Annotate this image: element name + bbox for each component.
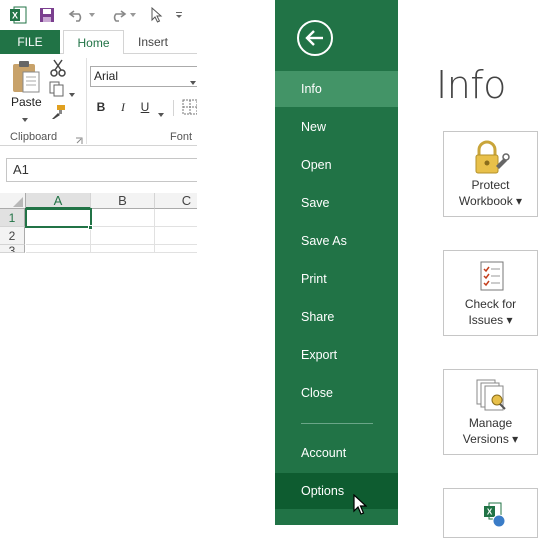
redo-icon[interactable] bbox=[108, 6, 128, 24]
select-all-corner[interactable] bbox=[0, 193, 26, 209]
group-divider bbox=[86, 58, 87, 144]
nav-save-as[interactable]: Save As bbox=[275, 223, 398, 259]
column-header-b[interactable]: B bbox=[91, 193, 155, 209]
underline-button[interactable]: U bbox=[137, 98, 153, 116]
backstage-nav: Info New Open Save Save As Print Share E… bbox=[275, 0, 398, 525]
copy-dropdown-icon[interactable] bbox=[69, 86, 77, 97]
format-painter-icon[interactable] bbox=[50, 104, 66, 120]
save-icon[interactable] bbox=[38, 6, 56, 24]
lock-icon bbox=[471, 140, 511, 176]
active-cell-outline bbox=[25, 208, 92, 228]
check-for-issues-button[interactable]: Check for Issues ▾ bbox=[443, 250, 538, 336]
ribbon: Paste Clipboard Arial B I U Font bbox=[0, 54, 197, 146]
cut-icon[interactable] bbox=[49, 59, 67, 77]
nav-open[interactable]: Open bbox=[275, 147, 398, 183]
column-header-a[interactable]: A bbox=[26, 193, 91, 209]
nav-separator bbox=[301, 423, 373, 424]
svg-text:X: X bbox=[487, 508, 493, 517]
manage-versions-icon bbox=[471, 378, 511, 414]
cell-a3[interactable] bbox=[26, 245, 91, 253]
nav-info[interactable]: Info bbox=[275, 71, 398, 107]
name-box[interactable]: A1 bbox=[6, 158, 197, 182]
excel-logo-icon: X bbox=[8, 6, 28, 24]
cell-a2[interactable] bbox=[26, 227, 91, 245]
quick-access-toolbar: X bbox=[0, 0, 197, 30]
row-header-3-label: 3 bbox=[8, 245, 16, 253]
paste-button[interactable]: Paste bbox=[11, 95, 42, 109]
font-dropdown-icon[interactable] bbox=[190, 74, 196, 85]
nav-save[interactable]: Save bbox=[275, 185, 398, 221]
underline-dropdown-icon[interactable] bbox=[158, 106, 166, 117]
cell-c3[interactable] bbox=[155, 245, 197, 253]
group-divider bbox=[173, 100, 174, 116]
row-header-2[interactable]: 2 bbox=[0, 227, 25, 245]
manage-versions-label-2: Versions ▾ bbox=[462, 432, 519, 446]
paste-dropdown-icon[interactable] bbox=[22, 111, 30, 122]
nav-new[interactable]: New bbox=[275, 109, 398, 145]
nav-print[interactable]: Print bbox=[275, 261, 398, 297]
protect-workbook-button[interactable]: Protect Workbook ▾ bbox=[443, 131, 538, 217]
excel-window: X FILE Home Insert Paste Clipboard Arial… bbox=[0, 0, 197, 525]
browser-view-options-button[interactable]: X bbox=[443, 488, 538, 538]
borders-icon[interactable] bbox=[182, 99, 197, 115]
italic-button[interactable]: I bbox=[115, 98, 131, 116]
row-header-1[interactable]: 1 bbox=[0, 209, 25, 227]
column-header-c[interactable]: C bbox=[155, 193, 197, 209]
tab-home[interactable]: Home bbox=[63, 30, 124, 55]
nav-export[interactable]: Export bbox=[275, 337, 398, 373]
cell-c2[interactable] bbox=[155, 227, 197, 245]
pointer-mode-icon[interactable] bbox=[150, 6, 164, 24]
back-button[interactable] bbox=[297, 20, 333, 56]
redo-dropdown-icon[interactable] bbox=[129, 6, 137, 24]
svg-text:X: X bbox=[12, 11, 18, 21]
back-arrow-icon bbox=[305, 30, 323, 46]
backstage-content: Info Protect Workbook ▾ Check for Issues… bbox=[398, 0, 550, 538]
undo-icon[interactable] bbox=[67, 6, 87, 24]
cell-b1[interactable] bbox=[91, 209, 155, 227]
cell-b3[interactable] bbox=[91, 245, 155, 253]
excel-globe-icon: X bbox=[471, 501, 511, 537]
check-for-issues-label-1: Check for bbox=[464, 297, 517, 311]
paste-icon[interactable] bbox=[10, 60, 42, 94]
nav-share[interactable]: Share bbox=[275, 299, 398, 335]
cell-b2[interactable] bbox=[91, 227, 155, 245]
formula-bar-row: A1 bbox=[0, 154, 197, 186]
nav-account[interactable]: Account bbox=[275, 435, 398, 471]
clipboard-launcher-icon[interactable] bbox=[75, 134, 83, 144]
tab-file[interactable]: FILE bbox=[0, 30, 60, 54]
worksheet-grid: A B C 1 2 3 bbox=[0, 193, 197, 253]
clipboard-group-label: Clipboard bbox=[10, 131, 58, 143]
inspect-document-icon bbox=[471, 259, 511, 295]
cell-c1[interactable] bbox=[155, 209, 197, 227]
page-title: Info bbox=[436, 63, 506, 107]
ribbon-tabs: FILE Home Insert bbox=[0, 30, 197, 55]
fill-handle[interactable] bbox=[88, 225, 93, 230]
manage-versions-label-1: Manage bbox=[468, 416, 513, 430]
check-for-issues-label-2: Issues ▾ bbox=[468, 313, 513, 327]
copy-icon[interactable] bbox=[49, 81, 65, 97]
protect-workbook-label-2: Workbook ▾ bbox=[458, 194, 523, 208]
bold-button[interactable]: B bbox=[93, 98, 109, 116]
customize-toolbar-icon[interactable] bbox=[174, 6, 184, 24]
manage-versions-button[interactable]: Manage Versions ▾ bbox=[443, 369, 538, 455]
nav-options[interactable]: Options bbox=[275, 473, 398, 509]
font-group-label: Font bbox=[170, 131, 193, 143]
undo-dropdown-icon[interactable] bbox=[88, 6, 96, 24]
font-name-field[interactable]: Arial bbox=[90, 66, 197, 87]
nav-close[interactable]: Close bbox=[275, 375, 398, 411]
protect-workbook-label-1: Protect bbox=[471, 178, 510, 192]
mouse-pointer-icon bbox=[353, 493, 368, 516]
row-header-3[interactable]: 3 bbox=[0, 245, 25, 253]
tab-insert[interactable]: Insert bbox=[124, 30, 182, 54]
